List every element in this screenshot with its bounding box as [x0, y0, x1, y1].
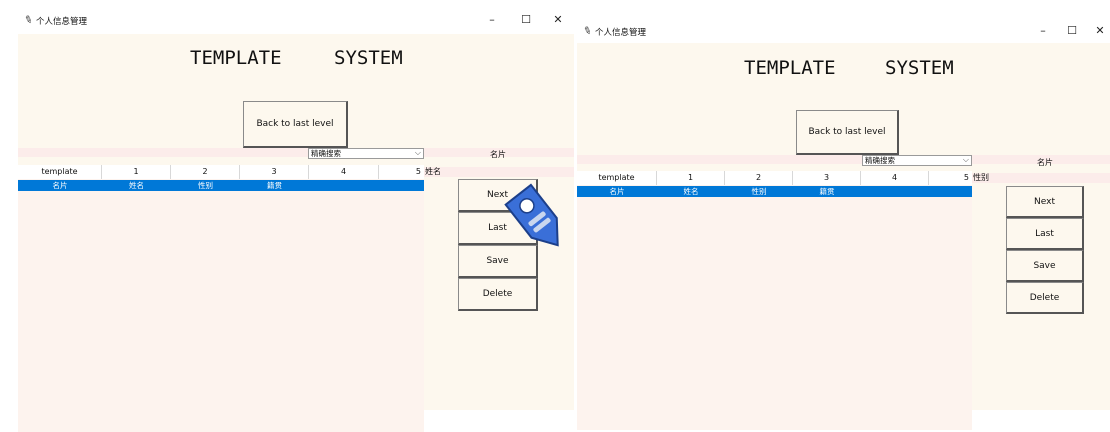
save-button[interactable]: Save	[1006, 250, 1084, 282]
table-row-selected[interactable]: 名片 姓名 性别 籍贯	[18, 180, 424, 191]
search-mode-value: 精确搜索	[311, 149, 341, 158]
field-strip	[972, 173, 1110, 183]
heading-template: TEMPLATE	[744, 57, 836, 79]
window-content: TEMPLATE SYSTEM Back to last level 精确搜索 …	[18, 34, 574, 432]
table-row-selected[interactable]: 名片 姓名 性别 籍贯	[577, 186, 972, 197]
table-cell: 姓名	[683, 187, 699, 196]
close-button[interactable]: ✕	[550, 13, 566, 26]
table-header: template 1 2 3 4 5	[577, 171, 972, 185]
heading-system: SYSTEM	[885, 57, 954, 79]
field-label: 性别	[973, 173, 989, 182]
column-header[interactable]: 5	[929, 171, 972, 185]
chevron-down-icon: ⌵	[962, 155, 969, 164]
column-header[interactable]: 4	[309, 165, 379, 179]
card-header: 名片	[490, 150, 506, 159]
delete-button[interactable]: Delete	[1006, 282, 1084, 314]
heading-system: SYSTEM	[334, 47, 403, 69]
last-button[interactable]: Last	[1006, 218, 1084, 250]
search-mode-select[interactable]: 精确搜索 ⌵	[862, 155, 972, 166]
feather-icon: ✎	[22, 13, 35, 28]
chevron-down-icon: ⌵	[414, 148, 421, 157]
column-header[interactable]: 5	[379, 165, 424, 179]
minimize-button[interactable]: –	[1035, 24, 1051, 37]
field-strip	[424, 167, 574, 177]
window-title: 个人信息管理	[595, 28, 647, 38]
table-cell: 名片	[52, 181, 68, 190]
tag-cursor-icon	[504, 183, 559, 247]
table-cell: 性别	[198, 181, 213, 190]
table-cell: 姓名	[129, 181, 144, 190]
column-header[interactable]: 2	[171, 165, 240, 179]
table-cell: 名片	[609, 187, 625, 196]
column-header[interactable]: 1	[657, 171, 725, 185]
search-mode-select[interactable]: 精确搜索 ⌵	[308, 148, 424, 159]
field-label: 姓名	[425, 167, 441, 176]
minimize-button[interactable]: –	[484, 13, 500, 26]
record-list[interactable]	[18, 179, 424, 432]
column-header[interactable]: 3	[793, 171, 861, 185]
close-button[interactable]: ✕	[1092, 24, 1108, 37]
column-header[interactable]: 4	[861, 171, 929, 185]
column-header[interactable]: 3	[240, 165, 309, 179]
column-header[interactable]: 2	[725, 171, 793, 185]
search-mode-value: 精确搜索	[865, 156, 895, 165]
table-header: template 1 2 3 4 5	[18, 165, 424, 179]
back-button[interactable]: Back to last level	[243, 101, 348, 148]
card-header: 名片	[1037, 158, 1053, 167]
feather-icon: ✎	[581, 24, 594, 39]
delete-button[interactable]: Delete	[458, 278, 538, 311]
column-header[interactable]: template	[577, 171, 657, 185]
back-button[interactable]: Back to last level	[796, 110, 899, 155]
table-cell: 性别	[751, 187, 767, 196]
maximize-button[interactable]: ☐	[518, 13, 534, 26]
table-cell: 籍贯	[267, 181, 282, 190]
record-list[interactable]	[577, 185, 972, 430]
heading-template: TEMPLATE	[190, 47, 282, 69]
maximize-button[interactable]: ☐	[1064, 24, 1080, 37]
table-cell: 籍贯	[819, 187, 835, 196]
column-header[interactable]: 1	[102, 165, 171, 179]
window-title: 个人信息管理	[36, 17, 88, 27]
title-bar[interactable]: ✎ 个人信息管理 – ☐ ✕	[577, 23, 1110, 43]
app-window-right: ✎ 个人信息管理 – ☐ ✕ TEMPLATE SYSTEM Back to l…	[577, 23, 1110, 430]
next-button[interactable]: Next	[1006, 186, 1084, 218]
window-content: TEMPLATE SYSTEM Back to last level 精确搜索 …	[577, 43, 1110, 430]
column-header[interactable]: template	[18, 165, 102, 179]
app-window-left: ✎ 个人信息管理 – ☐ ✕ TEMPLATE SYSTEM Back to l…	[18, 12, 574, 432]
title-bar[interactable]: ✎ 个人信息管理 – ☐ ✕	[18, 12, 574, 34]
